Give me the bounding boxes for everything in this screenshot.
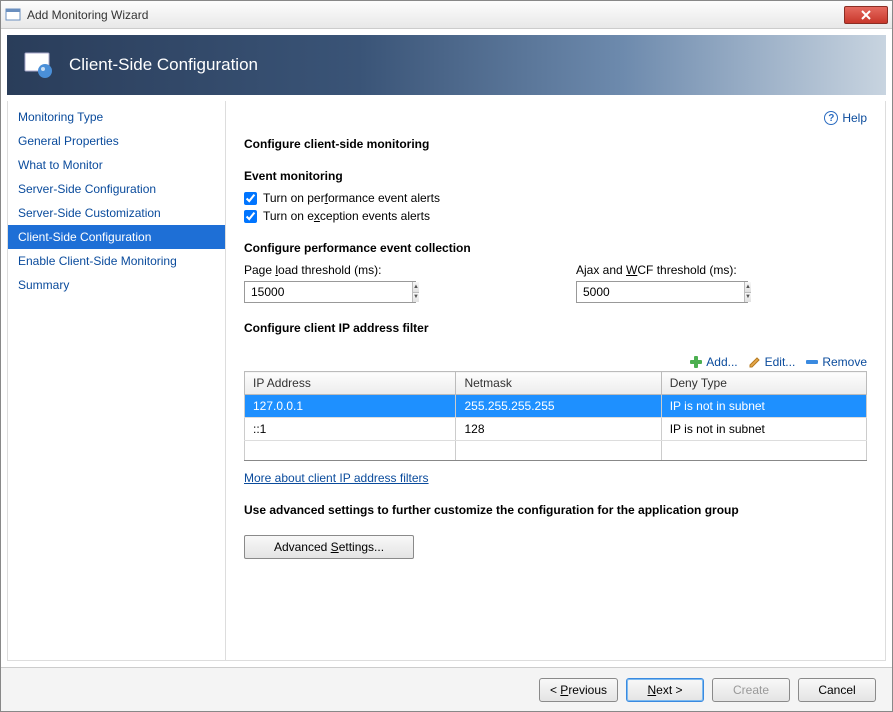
exc-alerts-label[interactable]: Turn on exception events alerts bbox=[263, 209, 430, 223]
edit-icon bbox=[748, 355, 762, 369]
page-load-label: Page load threshold (ms): bbox=[244, 263, 416, 277]
previous-button[interactable]: < Previous bbox=[539, 678, 618, 702]
table-row[interactable]: 127.0.0.1 255.255.255.255 IP is not in s… bbox=[245, 395, 867, 418]
edit-button[interactable]: Edit... bbox=[748, 355, 796, 369]
ajax-wcf-spinner: ▲ ▼ bbox=[576, 281, 748, 303]
ip-filter-title: Configure client IP address filter bbox=[244, 321, 867, 335]
cancel-button[interactable]: Cancel bbox=[798, 678, 876, 702]
help-label: Help bbox=[842, 111, 867, 125]
cell-ip: ::1 bbox=[245, 418, 456, 441]
page-load-col: Page load threshold (ms): ▲ ▼ bbox=[244, 263, 416, 303]
col-netmask[interactable]: Netmask bbox=[456, 372, 661, 395]
titlebar: Add Monitoring Wizard bbox=[1, 1, 892, 29]
sidebar-item-summary[interactable]: Summary bbox=[8, 273, 225, 297]
page-load-spin-up[interactable]: ▲ bbox=[413, 282, 419, 293]
perf-alerts-row: Turn on performance event alerts bbox=[244, 191, 867, 205]
sidebar-item-what-to-monitor[interactable]: What to Monitor bbox=[8, 153, 225, 177]
sidebar-item-server-side-configuration[interactable]: Server-Side Configuration bbox=[8, 177, 225, 201]
page-load-spinner: ▲ ▼ bbox=[244, 281, 416, 303]
sidebar-item-monitoring-type[interactable]: Monitoring Type bbox=[8, 105, 225, 129]
app-icon bbox=[5, 7, 21, 23]
close-button[interactable] bbox=[844, 6, 888, 24]
ip-filter-toolbar: Add... Edit... Remove bbox=[244, 355, 867, 369]
ajax-wcf-spin-down[interactable]: ▼ bbox=[745, 293, 751, 303]
help-icon: ? bbox=[824, 111, 838, 125]
more-about-filters-link[interactable]: More about client IP address filters bbox=[244, 471, 429, 485]
cell-netmask: 255.255.255.255 bbox=[456, 395, 661, 418]
table-row[interactable]: ::1 128 IP is not in subnet bbox=[245, 418, 867, 441]
cell-ip: 127.0.0.1 bbox=[245, 395, 456, 418]
next-button[interactable]: Next > bbox=[626, 678, 704, 702]
content-panel: ? Help Configure client-side monitoring … bbox=[226, 101, 885, 660]
table-header-row: IP Address Netmask Deny Type bbox=[245, 372, 867, 395]
sidebar-item-enable-client-side-monitoring[interactable]: Enable Client-Side Monitoring bbox=[8, 249, 225, 273]
body-area: Monitoring Type General Properties What … bbox=[7, 101, 886, 661]
remove-label: Remove bbox=[822, 355, 867, 369]
exc-alerts-checkbox[interactable] bbox=[244, 210, 257, 223]
footer: < Previous Next > Create Cancel bbox=[1, 667, 892, 711]
banner: Client-Side Configuration bbox=[7, 35, 886, 95]
perf-collection-title: Configure performance event collection bbox=[244, 241, 867, 255]
add-icon bbox=[689, 355, 703, 369]
ip-filter-table: IP Address Netmask Deny Type 127.0.0.1 2… bbox=[244, 371, 867, 461]
ajax-wcf-input[interactable] bbox=[577, 282, 744, 302]
table-filler-row bbox=[245, 441, 867, 461]
close-icon bbox=[861, 10, 871, 20]
window-title: Add Monitoring Wizard bbox=[27, 8, 844, 22]
page-heading: Configure client-side monitoring bbox=[244, 137, 867, 151]
event-monitoring-title: Event monitoring bbox=[244, 169, 867, 183]
perf-alerts-checkbox[interactable] bbox=[244, 192, 257, 205]
remove-icon bbox=[805, 355, 819, 369]
col-deny[interactable]: Deny Type bbox=[661, 372, 866, 395]
create-button: Create bbox=[712, 678, 790, 702]
page-load-spin-down[interactable]: ▼ bbox=[413, 293, 419, 303]
exc-alerts-row: Turn on exception events alerts bbox=[244, 209, 867, 223]
cell-deny: IP is not in subnet bbox=[661, 395, 866, 418]
page-load-input[interactable] bbox=[245, 282, 412, 302]
ajax-wcf-col: Ajax and WCF threshold (ms): ▲ ▼ bbox=[576, 263, 748, 303]
advanced-settings-button[interactable]: Advanced Settings... bbox=[244, 535, 414, 559]
cell-deny: IP is not in subnet bbox=[661, 418, 866, 441]
col-ip[interactable]: IP Address bbox=[245, 372, 456, 395]
help-link[interactable]: ? Help bbox=[824, 111, 867, 125]
wizard-window: Add Monitoring Wizard Client-Side Config… bbox=[0, 0, 893, 712]
add-button[interactable]: Add... bbox=[689, 355, 737, 369]
advanced-title: Use advanced settings to further customi… bbox=[244, 503, 867, 517]
banner-title: Client-Side Configuration bbox=[69, 55, 258, 75]
ajax-wcf-spin-buttons: ▲ ▼ bbox=[744, 282, 751, 302]
sidebar-item-general-properties[interactable]: General Properties bbox=[8, 129, 225, 153]
banner-icon bbox=[23, 49, 55, 81]
sidebar-item-client-side-configuration[interactable]: Client-Side Configuration bbox=[8, 225, 225, 249]
ajax-wcf-spin-up[interactable]: ▲ bbox=[745, 282, 751, 293]
cell-netmask: 128 bbox=[456, 418, 661, 441]
page-load-spin-buttons: ▲ ▼ bbox=[412, 282, 419, 302]
sidebar: Monitoring Type General Properties What … bbox=[8, 101, 226, 660]
ajax-wcf-label: Ajax and WCF threshold (ms): bbox=[576, 263, 748, 277]
threshold-row: Page load threshold (ms): ▲ ▼ Ajax and W… bbox=[244, 263, 867, 303]
sidebar-item-server-side-customization[interactable]: Server-Side Customization bbox=[8, 201, 225, 225]
remove-button[interactable]: Remove bbox=[805, 355, 867, 369]
edit-label: Edit... bbox=[765, 355, 796, 369]
add-label: Add... bbox=[706, 355, 737, 369]
perf-alerts-label[interactable]: Turn on performance event alerts bbox=[263, 191, 440, 205]
